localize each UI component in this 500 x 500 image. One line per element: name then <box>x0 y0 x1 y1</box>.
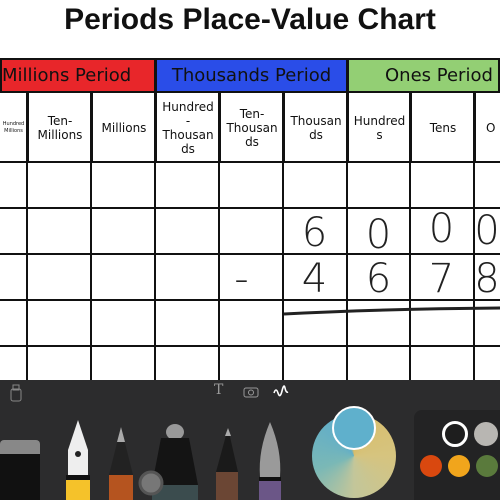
column-header: Tens <box>410 93 474 162</box>
handwritten-digit: 0 <box>428 206 455 252</box>
millions-period-header: Millions Period <box>0 58 156 93</box>
column-divider <box>218 93 220 380</box>
swatch-orange[interactable] <box>420 455 442 477</box>
swatch-green[interactable] <box>476 455 498 477</box>
color-swatches-panel <box>414 410 500 500</box>
period-label: Thousands Period <box>171 65 332 86</box>
column-header: O <box>474 93 500 162</box>
row-divider <box>0 345 500 347</box>
ones-period-header: Ones Period <box>347 58 500 93</box>
column-divider <box>90 93 92 380</box>
period-label: Ones Period <box>385 65 493 86</box>
handwritten-underline <box>283 306 500 316</box>
swatch-gray[interactable] <box>474 422 498 446</box>
handwritten-digit: 0 <box>474 208 500 254</box>
swatch-yellow[interactable] <box>448 455 470 477</box>
camera-icon[interactable] <box>243 385 259 398</box>
fountain-pen-tool[interactable] <box>66 420 90 500</box>
pencil-tool[interactable] <box>109 427 133 500</box>
handwritten-digit: 6 <box>365 256 392 302</box>
eraser-tool[interactable] <box>0 440 40 500</box>
text-icon[interactable]: T <box>214 382 223 398</box>
column-divider <box>154 93 156 380</box>
selected-color-indicator[interactable] <box>332 406 376 450</box>
row-divider <box>0 161 500 163</box>
column-header: Hundred s <box>347 93 410 162</box>
lasso-icon[interactable] <box>10 384 22 402</box>
handwritten-sign: - <box>234 256 249 302</box>
column-header: Hundred - Thousan ds <box>155 93 219 162</box>
column-header: Ten- Thousan ds <box>219 93 283 162</box>
column-header: Ten- Millions <box>27 93 91 162</box>
column-header: Millions <box>91 93 155 162</box>
marker-tool[interactable] <box>138 424 198 500</box>
handwritten-digit: 8 <box>474 256 500 302</box>
thousands-period-header: Thousands Period <box>155 58 348 93</box>
row-divider <box>0 253 500 255</box>
page-title: Periods Place-Value Chart <box>64 3 436 36</box>
handwritten-digit: 7 <box>428 256 455 302</box>
handwritten-digit: 6 <box>301 210 328 256</box>
drawing-toolbar: T <box>0 380 500 500</box>
fineliner-tool[interactable] <box>216 428 238 500</box>
swatch-black[interactable] <box>442 421 468 447</box>
column-header: Hundred Millions <box>2 120 25 134</box>
period-label: Millions Period <box>2 65 132 86</box>
column-header: Thousan ds <box>283 93 347 162</box>
handwritten-digit: 4 <box>301 256 328 302</box>
markup-icon[interactable] <box>273 384 289 398</box>
tools-tray <box>66 420 281 500</box>
column-divider <box>26 93 28 380</box>
watercolor-brush-tool[interactable] <box>259 422 281 500</box>
handwritten-digit: 0 <box>365 212 392 258</box>
